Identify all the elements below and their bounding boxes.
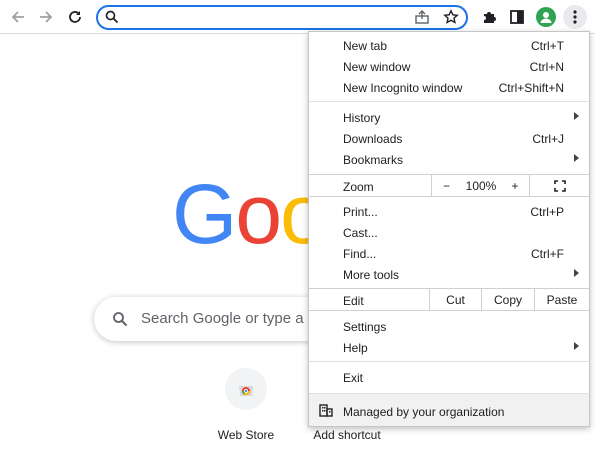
- shortcut-label: Web Store: [217, 428, 275, 442]
- bookmark-star-icon[interactable]: [443, 9, 459, 30]
- copy-button[interactable]: Copy: [481, 288, 534, 311]
- search-icon: [105, 10, 119, 29]
- menu-item-shortcut: Ctrl+N: [529, 60, 564, 74]
- menu-item-cast[interactable]: Cast...: [309, 222, 589, 243]
- chrome-menu-button[interactable]: [563, 5, 587, 29]
- fullscreen-icon: [553, 179, 566, 192]
- menu-item-label: Print...: [343, 205, 378, 219]
- zoom-label: Zoom: [343, 180, 374, 194]
- side-panel-icon: [510, 10, 524, 24]
- managed-by-org-item[interactable]: Managed by your organization: [309, 393, 589, 426]
- menu-item-label: Find...: [343, 247, 377, 261]
- menu-separator: [309, 361, 589, 362]
- menu-item-new-incognito[interactable]: New Incognito window Ctrl+Shift+N: [309, 77, 589, 98]
- search-icon: [112, 311, 128, 332]
- share-icon[interactable]: [414, 9, 430, 30]
- zoom-value: 100%: [465, 178, 497, 193]
- menu-item-label: New tab: [343, 39, 388, 53]
- ntp-search-placeholder: Search Google or type a U: [141, 310, 319, 327]
- chrome-app-menu: New tab Ctrl+T New window Ctrl+N New Inc…: [308, 31, 590, 427]
- menu-item-shortcut: Ctrl+J: [532, 132, 564, 146]
- logo-letter-o1: o: [235, 178, 282, 250]
- menu-item-label: Exit: [343, 371, 364, 385]
- logo-letter-g: G: [172, 178, 237, 250]
- reload-icon: [69, 11, 81, 23]
- menu-item-label: Downloads: [343, 132, 403, 146]
- edit-row: Edit Cut Copy Paste: [309, 288, 589, 311]
- edit-label: Edit: [343, 294, 364, 308]
- menu-item-shortcut: Ctrl+Shift+N: [498, 81, 564, 95]
- side-panel-button[interactable]: [505, 5, 529, 29]
- reload-button[interactable]: [63, 5, 87, 29]
- menu-item-downloads[interactable]: Downloads Ctrl+J: [309, 128, 589, 149]
- menu-item-find[interactable]: Find... Ctrl+F: [309, 243, 589, 264]
- menu-item-shortcut: Ctrl+F: [531, 247, 564, 261]
- zoom-in-label: +: [511, 178, 519, 193]
- menu-item-label: Cast...: [343, 226, 378, 240]
- submenu-arrow-icon: [574, 154, 579, 162]
- menu-item-exit[interactable]: Exit: [309, 367, 589, 388]
- menu-item-more-tools[interactable]: More tools: [309, 264, 589, 285]
- fullscreen-button[interactable]: [529, 174, 589, 197]
- zoom-level: 100%: [461, 174, 501, 197]
- cut-button[interactable]: Cut: [429, 288, 481, 311]
- arrow-right-icon: [40, 11, 53, 23]
- managed-label: Managed by your organization: [343, 405, 505, 419]
- menu-item-bookmarks[interactable]: Bookmarks: [309, 149, 589, 170]
- menu-item-label: Help: [343, 341, 368, 355]
- menu-item-label: History: [343, 111, 381, 125]
- shortcut-web-store[interactable]: Web Store: [201, 368, 291, 442]
- zoom-row: Zoom − 100% +: [309, 174, 589, 197]
- submenu-arrow-icon: [574, 342, 579, 350]
- profile-avatar[interactable]: [536, 7, 556, 27]
- menu-item-shortcut: Ctrl+P: [530, 205, 564, 219]
- arrow-left-icon: [11, 11, 24, 23]
- menu-item-label: New window: [343, 60, 411, 74]
- address-input[interactable]: [126, 9, 396, 26]
- kebab-menu-icon: [573, 10, 577, 24]
- copy-label: Copy: [493, 292, 522, 307]
- menu-separator: [309, 101, 589, 102]
- paste-label: Paste: [546, 292, 578, 307]
- shortcut-label: Add shortcut: [313, 428, 381, 442]
- menu-item-help[interactable]: Help: [309, 337, 589, 358]
- cut-label: Cut: [446, 292, 465, 307]
- zoom-out-button[interactable]: −: [431, 174, 461, 197]
- extensions-button[interactable]: [477, 5, 501, 29]
- menu-item-new-window[interactable]: New window Ctrl+N: [309, 56, 589, 77]
- menu-item-new-tab[interactable]: New tab Ctrl+T: [309, 35, 589, 56]
- address-bar[interactable]: [96, 5, 468, 30]
- zoom-out-label: −: [442, 178, 450, 193]
- menu-item-history[interactable]: History: [309, 107, 589, 128]
- menu-item-label: Settings: [343, 320, 387, 334]
- puzzle-icon: [484, 12, 496, 23]
- menu-item-label: More tools: [343, 268, 400, 282]
- google-logo: Goo: [172, 178, 312, 250]
- menu-item-print[interactable]: Print... Ctrl+P: [309, 201, 589, 222]
- person-icon: [540, 12, 552, 23]
- paste-button[interactable]: Paste: [534, 288, 589, 311]
- submenu-arrow-icon: [574, 269, 579, 277]
- web-store-tile: [225, 368, 267, 410]
- back-button[interactable]: [6, 5, 30, 29]
- menu-item-label: New Incognito window: [343, 81, 463, 95]
- menu-item-label: Bookmarks: [343, 153, 404, 167]
- zoom-in-button[interactable]: +: [501, 174, 529, 197]
- menu-item-shortcut: Ctrl+T: [531, 39, 564, 53]
- building-icon: [319, 404, 333, 420]
- browser-toolbar: [0, 0, 595, 34]
- menu-item-settings[interactable]: Settings: [309, 316, 589, 337]
- submenu-arrow-icon: [574, 112, 579, 120]
- forward-button[interactable]: [34, 5, 58, 29]
- web-store-icon: [239, 386, 253, 396]
